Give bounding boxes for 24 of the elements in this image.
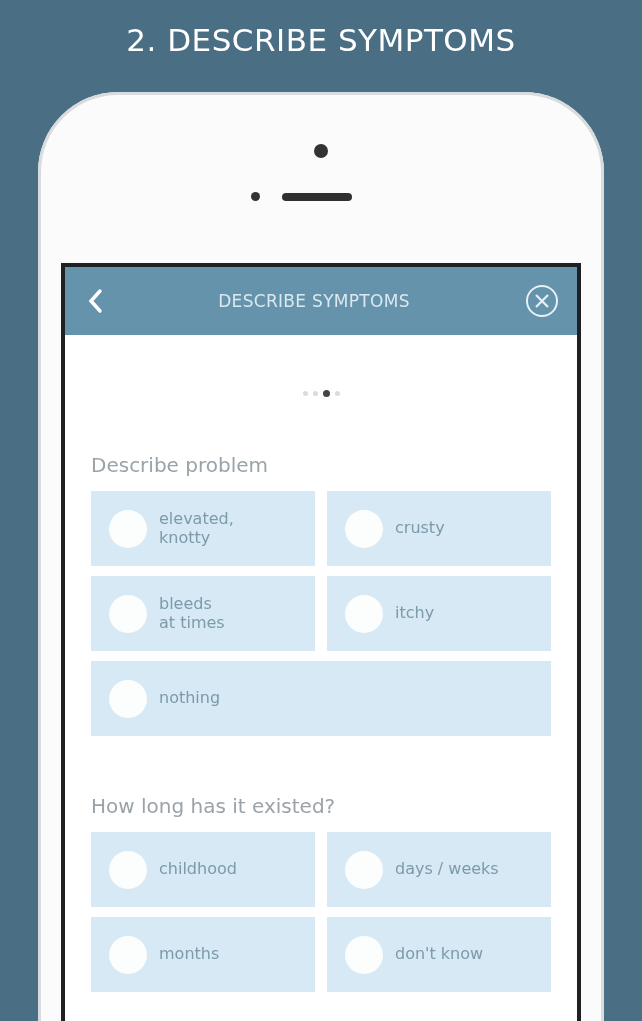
banner-title: 2. DESCRIBE SYMPTOMS xyxy=(126,22,516,58)
answer-option[interactable]: nothing xyxy=(91,661,551,736)
back-button[interactable] xyxy=(87,288,103,314)
answer-option[interactable]: elevated, knotty xyxy=(91,491,315,566)
close-icon xyxy=(525,284,559,318)
page-dot[interactable] xyxy=(312,391,318,396)
question-label: Describe problem xyxy=(91,453,269,477)
camera-icon xyxy=(314,144,328,158)
answer-option[interactable]: months xyxy=(91,917,315,992)
answer-option[interactable]: days / weeks xyxy=(327,832,551,907)
question-label: How long has it existed? xyxy=(91,794,337,818)
answer-option[interactable]: itchy xyxy=(327,576,551,651)
close-button[interactable] xyxy=(525,284,559,318)
sensor-icon xyxy=(250,192,260,201)
chevron-left-icon xyxy=(87,288,103,314)
answer-option[interactable]: don't know xyxy=(327,917,551,992)
answer-option[interactable]: childhood xyxy=(91,832,315,907)
page-dot[interactable] xyxy=(322,390,330,397)
answer-option[interactable]: bleeds at times xyxy=(91,576,315,651)
answer-option[interactable]: crusty xyxy=(327,491,551,566)
page-dot[interactable] xyxy=(302,391,308,396)
screen-title: DESCRIBE SYMPTOMS xyxy=(218,291,410,311)
page-dot[interactable] xyxy=(334,391,340,396)
speaker-icon xyxy=(281,192,352,201)
